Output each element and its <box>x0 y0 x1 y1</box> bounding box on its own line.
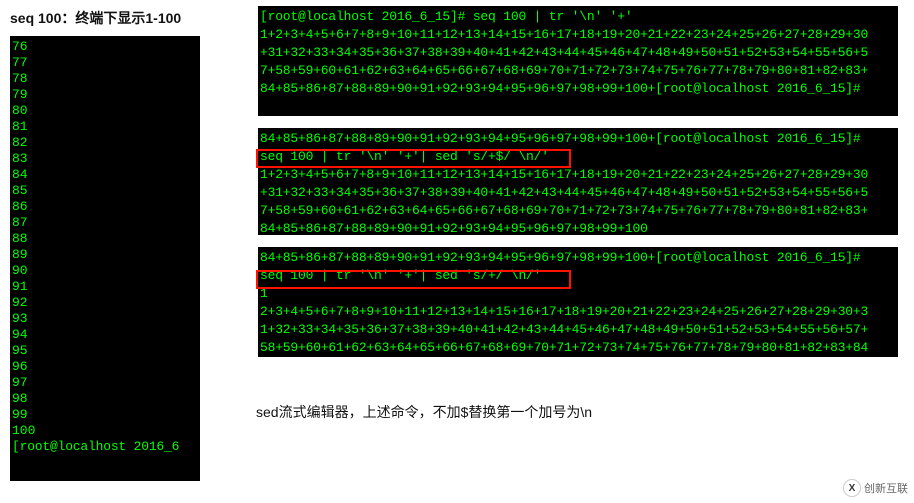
seq-line: 89 <box>12 247 198 263</box>
terminal-line: +31+32+33+34+35+36+37+38+39+40+41+42+43+… <box>260 184 896 202</box>
terminal-line: 7+58+59+60+61+62+63+64+65+66+67+68+69+70… <box>260 202 896 220</box>
watermark-text: 创新互联 <box>864 480 908 496</box>
seq-line: 93 <box>12 311 198 327</box>
terminal-line: [root@localhost 2016_6_15]# seq 100 | tr… <box>260 8 896 26</box>
terminal-line: 84+85+86+87+88+89+90+91+92+93+94+95+96+9… <box>260 220 896 235</box>
seq-line: 83 <box>12 151 198 167</box>
seq-line: 86 <box>12 199 198 215</box>
seq-line: 91 <box>12 279 198 295</box>
seq-line: 92 <box>12 295 198 311</box>
seq-line: 94 <box>12 327 198 343</box>
terminal-line: 1 <box>260 285 896 303</box>
seq-line: 96 <box>12 359 198 375</box>
sed-explanation: sed流式编辑器，上述命令，不加$替换第一个加号为\n <box>256 402 592 422</box>
watermark: X 创新互联 <box>843 479 908 497</box>
seq-line: 99 <box>12 407 198 423</box>
seq-line: 85 <box>12 183 198 199</box>
seq-line: 90 <box>12 263 198 279</box>
terminal-line: 2+3+4+5+6+7+8+9+10+11+12+13+14+15+16+17+… <box>260 303 896 321</box>
seq-heading: seq 100：终端下显示1-100 <box>10 8 200 28</box>
terminal-line: 1+32+33+34+35+36+37+38+39+40+41+42+43+44… <box>260 321 896 339</box>
seq-line: 80 <box>12 103 198 119</box>
watermark-icon: X <box>843 479 861 497</box>
terminal-line: 1+2+3+4+5+6+7+8+9+10+11+12+13+14+15+16+1… <box>260 166 896 184</box>
seq-line: 100 <box>12 423 198 439</box>
seq-line: 82 <box>12 135 198 151</box>
seq-line: 95 <box>12 343 198 359</box>
seq-line: 79 <box>12 87 198 103</box>
terminal-tr-output[interactable]: [root@localhost 2016_6_15]# seq 100 | tr… <box>258 6 898 116</box>
terminal-line: +31+32+33+34+35+36+37+38+39+40+41+42+43+… <box>260 44 896 62</box>
left-column: seq 100：终端下显示1-100 76 77 78 79 80 81 82 … <box>10 8 200 481</box>
terminal-line: 7+58+59+60+61+62+63+64+65+66+67+68+69+70… <box>260 62 896 80</box>
seq-line: 97 <box>12 375 198 391</box>
terminal-sed-end-output[interactable]: 84+85+86+87+88+89+90+91+92+93+94+95+96+9… <box>258 128 898 235</box>
terminal-line: 84+85+86+87+88+89+90+91+92+93+94+95+96+9… <box>260 80 896 98</box>
seq-line: 81 <box>12 119 198 135</box>
terminal-seq-output[interactable]: 76 77 78 79 80 81 82 83 84 85 86 87 88 8… <box>10 36 200 481</box>
seq-line: 98 <box>12 391 198 407</box>
terminal-line: 58+59+60+61+62+63+64+65+66+67+68+69+70+7… <box>260 339 896 357</box>
seq-line: 84 <box>12 167 198 183</box>
terminal-sed-first-output[interactable]: 84+85+86+87+88+89+90+91+92+93+94+95+96+9… <box>258 247 898 357</box>
seq-line: 77 <box>12 55 198 71</box>
terminal-line: 84+85+86+87+88+89+90+91+92+93+94+95+96+9… <box>260 249 896 267</box>
seq-line: 87 <box>12 215 198 231</box>
seq-line: 88 <box>12 231 198 247</box>
right-column: [root@localhost 2016_6_15]# seq 100 | tr… <box>258 6 898 369</box>
seq-line: 78 <box>12 71 198 87</box>
terminal-line: 84+85+86+87+88+89+90+91+92+93+94+95+96+9… <box>260 130 896 148</box>
terminal-line: 1+2+3+4+5+6+7+8+9+10+11+12+13+14+15+16+1… <box>260 26 896 44</box>
terminal-line: seq 100 | tr '\n' '+'| sed 's/+$/ \n/' <box>260 148 896 166</box>
terminal-line: seq 100 | tr '\n' '+'| sed 's/+/ \n/' <box>260 267 896 285</box>
seq-line: 76 <box>12 39 198 55</box>
shell-prompt: [root@localhost 2016_6 <box>12 439 198 455</box>
